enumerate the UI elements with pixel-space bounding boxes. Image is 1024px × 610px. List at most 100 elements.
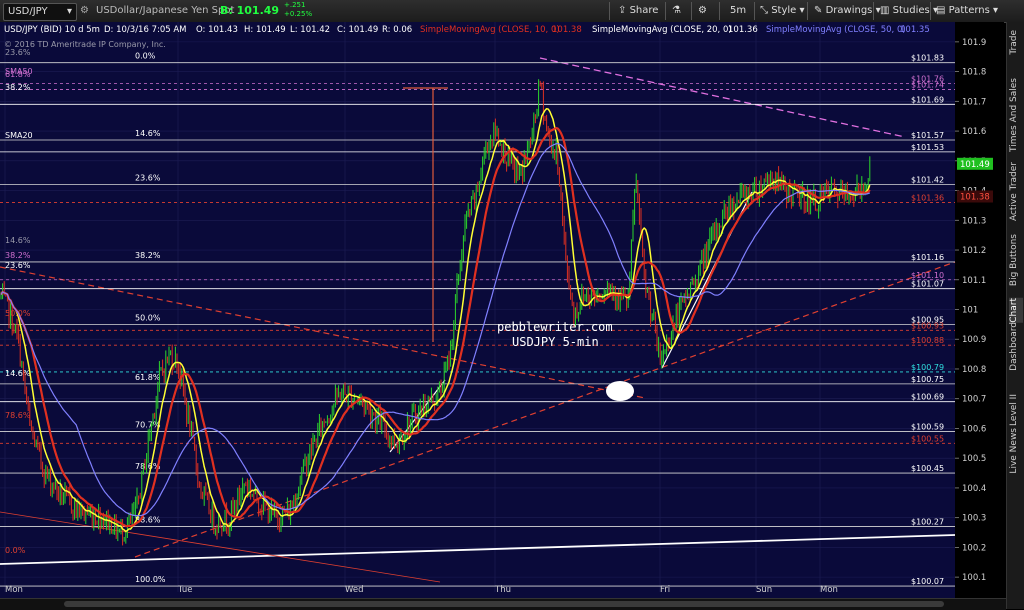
timeframe-button[interactable]: 5m bbox=[730, 3, 746, 19]
fib-label: 88.6% bbox=[135, 516, 161, 525]
left-fib-label: 23.6% bbox=[5, 261, 31, 270]
gear-icon[interactable]: ⚙ bbox=[80, 3, 89, 19]
level-price-label: $100.55 bbox=[911, 434, 944, 443]
side-tab-trade[interactable]: Trade bbox=[1009, 30, 1023, 55]
fib-price-label: $100.45 bbox=[911, 464, 944, 473]
time-scrollbar[interactable] bbox=[0, 598, 1006, 610]
price-tick-label: 101.7 bbox=[962, 97, 986, 107]
bar-range: R: 0.06 bbox=[382, 25, 412, 35]
bid-price: B: 101.49 bbox=[220, 4, 280, 17]
price-tick-label: 101.9 bbox=[962, 38, 986, 48]
sma20-legend: SimpleMovingAvg (CLOSE, 20, 0) bbox=[592, 25, 732, 35]
left-fib-label: 38.2% bbox=[5, 83, 31, 92]
bar-high: H: 101.49 bbox=[244, 25, 286, 35]
level-price-label: $101.74 bbox=[911, 80, 944, 89]
level-price-label: $100.69 bbox=[911, 393, 944, 402]
bar-open: O: 101.43 bbox=[196, 25, 238, 35]
level-price-label: $100.93 bbox=[911, 321, 944, 330]
time-tick-label: Fri bbox=[660, 585, 670, 595]
time-tick-label: Sun bbox=[756, 585, 772, 595]
side-tab-times-and-sales[interactable]: Times And Sales bbox=[1009, 78, 1023, 152]
fib-label: 61.8% bbox=[135, 373, 161, 382]
flask-icon[interactable]: ⚗ bbox=[672, 3, 681, 19]
chevron-down-icon: ▾ bbox=[66, 6, 72, 17]
scroll-thumb[interactable] bbox=[64, 601, 944, 607]
time-tick-label: Wed bbox=[345, 585, 364, 595]
price-tick-label: 101 bbox=[962, 306, 978, 316]
left-fib-label: 14.6% bbox=[5, 236, 31, 245]
last-price-label: 101.49 bbox=[960, 160, 990, 170]
bar-close: C: 101.49 bbox=[337, 25, 378, 35]
time-tick-label: Tue bbox=[177, 585, 193, 595]
watermark-title: USDJPY 5-min bbox=[512, 335, 599, 349]
share-icon: ⇪ bbox=[618, 5, 627, 16]
price-tick-label: 101.1 bbox=[962, 276, 986, 286]
price-tick-label: 101.6 bbox=[962, 127, 986, 137]
sma50-value: 101.35 bbox=[900, 25, 930, 35]
left-fib-label: 78.6% bbox=[5, 411, 31, 420]
patterns-label: Patterns bbox=[948, 5, 990, 16]
price-tick-label: 101.8 bbox=[962, 68, 986, 78]
side-tab-big-buttons[interactable]: Big Buttons bbox=[1009, 234, 1023, 286]
fib-label: 38.2% bbox=[135, 251, 161, 260]
chart-toolbar: USD/JPY ▾ ⚙ USDollar/Japanese Yen Spot B:… bbox=[0, 0, 1024, 23]
left-fib-label: 38.2% bbox=[5, 251, 31, 260]
price-chart[interactable]: 0.0% $101.83 14.6% $101.57 23.6% $101.42 38.2%… bbox=[0, 22, 1004, 598]
time-tick-label: Mon bbox=[5, 585, 23, 595]
price-tick-label: 100.2 bbox=[962, 543, 986, 553]
symbol-description: USDollar/Japanese Yen Spot bbox=[96, 5, 235, 16]
right-sidebar: Trade Times And Sales Active Trader Big But… bbox=[1006, 22, 1024, 609]
patterns-button[interactable]: ▤ Patterns ▾ bbox=[936, 3, 998, 19]
fib-price-label: $100.59 bbox=[911, 422, 944, 431]
fib-label: 0.0% bbox=[135, 52, 156, 61]
price-tick-label: 100.7 bbox=[962, 395, 986, 405]
price-tick-label: 100.4 bbox=[962, 484, 986, 494]
side-tab-level-ii[interactable]: Level II bbox=[1009, 394, 1023, 426]
symbol-info: USD/JPY (BID) 10 d 5m bbox=[4, 25, 100, 35]
side-tab-active-trader[interactable]: Active Trader bbox=[1009, 162, 1023, 221]
price-tick-label: 101.2 bbox=[962, 246, 986, 256]
level-price-label: $100.79 bbox=[911, 363, 944, 372]
sma20-label: SMA20 bbox=[5, 131, 33, 140]
studies-icon: ▥ bbox=[880, 5, 890, 16]
sma10-value: 101.38 bbox=[552, 25, 582, 35]
sma10-legend: SimpleMovingAvg (CLOSE, 10, 0) bbox=[420, 25, 560, 35]
symbol-selector[interactable]: USD/JPY ▾ bbox=[3, 3, 77, 21]
fib-price-label: $100.07 bbox=[911, 577, 944, 586]
drawings-label: Drawings bbox=[825, 5, 873, 16]
price-tick-label: 100.3 bbox=[962, 514, 986, 524]
level-price-label: $101.10 bbox=[911, 271, 944, 280]
level-price-label: $100.88 bbox=[911, 336, 944, 345]
side-tab-live-news[interactable]: Live News bbox=[1009, 428, 1023, 474]
side-tab-chart[interactable]: Chart bbox=[1009, 298, 1023, 323]
chevron-down-icon: ▾ bbox=[993, 5, 999, 16]
fib-label: 100.0% bbox=[135, 575, 166, 584]
bar-low: L: 101.42 bbox=[290, 25, 330, 35]
pencil-icon: ✎ bbox=[814, 5, 823, 16]
target-marker bbox=[606, 381, 634, 401]
fib-price-label: $101.57 bbox=[911, 131, 944, 140]
chevron-down-icon: ▾ bbox=[799, 5, 805, 16]
drawings-button[interactable]: ✎ Drawings ▾ bbox=[814, 3, 881, 19]
left-fib-label: 14.6% bbox=[5, 369, 31, 378]
bar-date: D: 10/3/16 7:05 AM bbox=[104, 25, 187, 35]
fib-price-label: $101.83 bbox=[911, 54, 944, 63]
symbol-text: USD/JPY bbox=[8, 6, 48, 17]
fib-price-label: $100.27 bbox=[911, 518, 944, 527]
level-price-label: $101.36 bbox=[911, 193, 944, 202]
style-button[interactable]: ⤡ Style ▾ bbox=[760, 3, 805, 19]
side-tab-dashboard[interactable]: Dashboard bbox=[1009, 322, 1023, 371]
settings-icon[interactable]: ⚙ bbox=[698, 3, 707, 19]
share-button[interactable]: ⇪ Share bbox=[618, 3, 658, 19]
studies-label: Studies bbox=[892, 5, 930, 16]
left-fib-label: 0.0% bbox=[5, 546, 26, 555]
fib-price-label: $100.75 bbox=[911, 375, 944, 384]
chart-background bbox=[0, 22, 1004, 598]
level-price-label: $101.07 bbox=[911, 280, 944, 289]
left-fib-label: 23.6% bbox=[5, 48, 31, 57]
level-price-label: $101.53 bbox=[911, 143, 944, 152]
style-label: Style bbox=[771, 5, 797, 16]
price-tick-label: 100.8 bbox=[962, 365, 986, 375]
price-tick-label: 101.3 bbox=[962, 216, 986, 226]
price-tick-label: 100.6 bbox=[962, 424, 986, 434]
